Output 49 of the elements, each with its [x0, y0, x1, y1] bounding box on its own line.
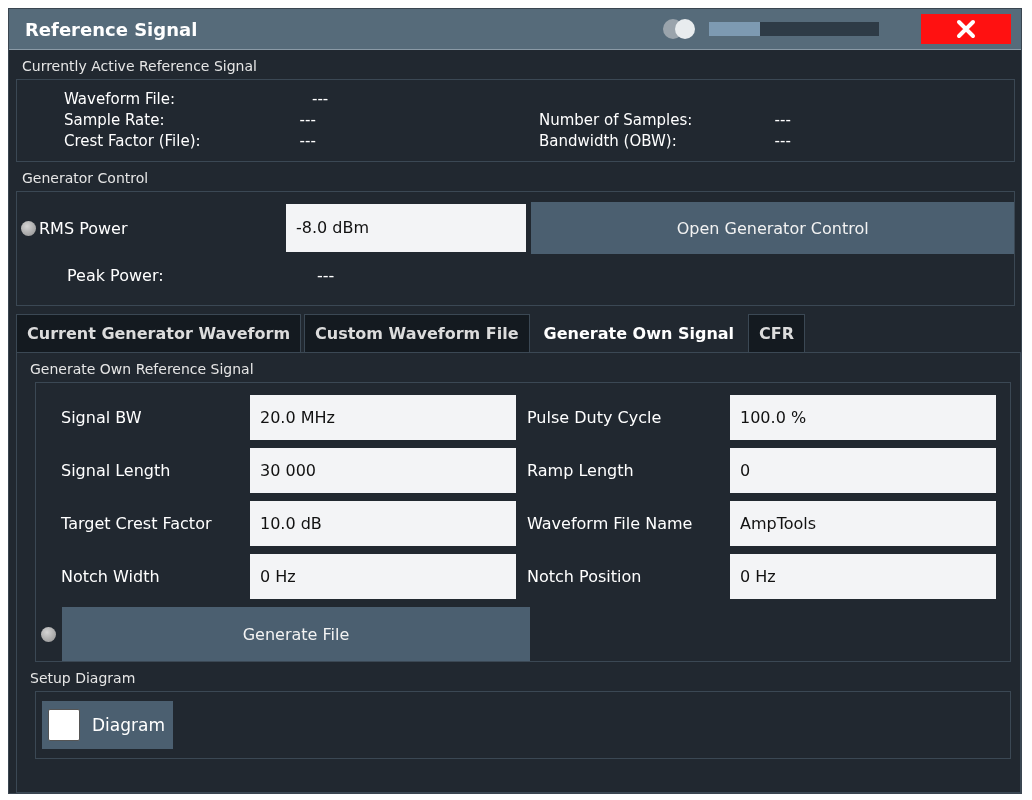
input-field[interactable]: 0 Hz [250, 554, 516, 599]
info-label: Bandwidth (OBW): [539, 131, 678, 152]
input-field[interactable]: 0 [730, 448, 996, 493]
section-title: Currently Active Reference Signal [21, 57, 258, 75]
checkbox-label: Diagram [92, 715, 165, 735]
info-value: --- [317, 266, 335, 285]
indicator-icon [41, 626, 56, 642]
input-field[interactable]: 30 000 [250, 448, 516, 493]
toggle-icon[interactable] [661, 18, 697, 40]
info-value: --- [774, 110, 792, 131]
field-label: Ramp Length [526, 460, 635, 482]
info-label: Crest Factor (File): [64, 131, 202, 152]
input-field[interactable]: 10.0 dB [250, 501, 516, 546]
close-icon [955, 18, 977, 40]
transparency-slider[interactable] [709, 22, 879, 36]
input-field[interactable]: 0 Hz [730, 554, 996, 599]
tab[interactable]: Custom Waveform File [304, 314, 530, 352]
input-field[interactable]: 100.0 % [730, 395, 996, 440]
field-label: Target Crest Factor [60, 513, 213, 535]
section-title: Setup Diagram [29, 669, 137, 687]
field-label: RMS Power [39, 218, 128, 238]
generate-file-button[interactable]: Generate File [62, 607, 530, 661]
indicator-icon [21, 220, 36, 236]
checkbox[interactable] [48, 709, 80, 741]
open-generator-button[interactable]: Open Generator Control [531, 202, 1014, 254]
info-value: --- [312, 89, 330, 110]
info-label: Waveform File: [64, 89, 177, 110]
section-title: Generator Control [21, 169, 150, 187]
diagram-checkbox[interactable]: Diagram [42, 701, 173, 749]
input-field[interactable]: -8.0 dBm [286, 204, 527, 252]
tab[interactable]: CFR [748, 314, 806, 352]
close-button[interactable] [921, 14, 1011, 44]
field-label: Pulse Duty Cycle [526, 407, 663, 429]
info-label: Number of Samples: [539, 110, 694, 131]
section-title: Generate Own Reference Signal [29, 360, 255, 378]
info-value: --- [774, 131, 792, 152]
input-field[interactable]: 20.0 MHz [250, 395, 516, 440]
tab[interactable]: Current Generator Waveform [16, 314, 302, 352]
field-label: Signal Length [60, 460, 172, 482]
field-label: Notch Position [526, 566, 643, 588]
info-value: --- [299, 110, 317, 131]
field-label: Peak Power: [66, 266, 165, 285]
window-title: Reference Signal [25, 18, 199, 40]
field-label: Notch Width [60, 566, 161, 588]
field-label: Signal BW [60, 407, 143, 429]
input-field[interactable]: AmpTools [730, 501, 996, 546]
info-value: --- [299, 131, 317, 152]
field-label: Waveform File Name [526, 513, 694, 535]
info-label: Sample Rate: [64, 110, 166, 131]
